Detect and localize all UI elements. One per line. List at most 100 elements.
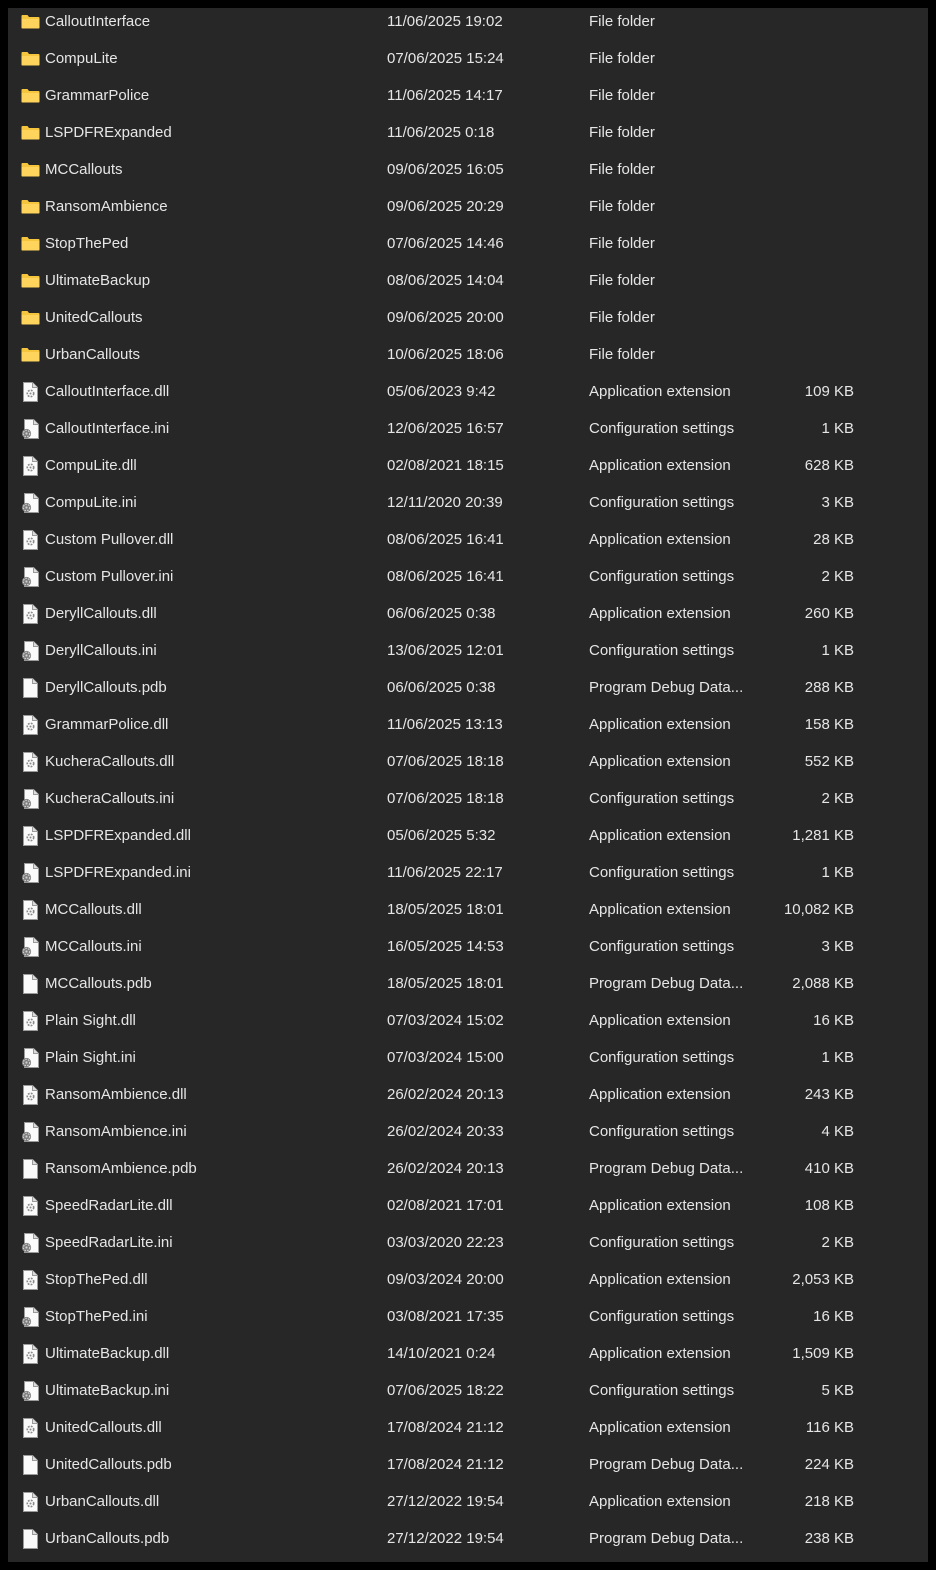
file-row[interactable]: RansomAmbience.pdb 26/02/2024 20:13 Prog… — [8, 1158, 928, 1195]
file-row[interactable]: Plain Sight.ini 07/03/2024 15:00 Configu… — [8, 1047, 928, 1084]
file-date-modified: 02/08/2021 18:15 — [387, 457, 504, 474]
file-size: 1,281 KB — [792, 827, 854, 844]
blank-file-icon — [20, 677, 40, 698]
file-row[interactable]: RansomAmbience 09/06/2025 20:29 File fol… — [8, 196, 928, 233]
file-name: Plain Sight.ini — [45, 1049, 136, 1066]
file-row[interactable]: StopThePed 07/06/2025 14:46 File folder — [8, 233, 928, 270]
file-date-modified: 07/06/2025 14:46 — [387, 235, 504, 252]
file-row[interactable]: MCCallouts.pdb 18/05/2025 18:01 Program … — [8, 973, 928, 1010]
file-type: Application extension — [589, 753, 731, 770]
file-row[interactable]: UrbanCallouts 10/06/2025 18:06 File fold… — [8, 344, 928, 381]
file-type: Application extension — [589, 1493, 731, 1510]
file-date-modified: 07/06/2025 15:24 — [387, 50, 504, 67]
file-list: CalloutInterface 11/06/2025 19:02 File f… — [8, 11, 928, 1562]
file-row[interactable]: LSPDFRExpanded.ini 11/06/2025 22:17 Conf… — [8, 862, 928, 899]
file-name: RansomAmbience.ini — [45, 1123, 187, 1140]
file-row[interactable]: CompuLite 07/06/2025 15:24 File folder — [8, 48, 928, 85]
file-type: File folder — [589, 50, 655, 67]
file-row[interactable]: MCCallouts.dll 18/05/2025 18:01 Applicat… — [8, 899, 928, 936]
file-type: Configuration settings — [589, 790, 735, 807]
file-name: GrammarPolice.dll — [45, 716, 169, 733]
file-type: Application extension — [589, 457, 731, 474]
ini-file-icon — [20, 936, 40, 957]
file-row[interactable]: SpeedRadarLite.dll 02/08/2021 17:01 Appl… — [8, 1195, 928, 1232]
file-name: CalloutInterface.dll — [45, 383, 170, 400]
file-size: 5 KB — [821, 1382, 854, 1399]
file-row[interactable]: LSPDFRExpanded.dll 05/06/2025 5:32 Appli… — [8, 825, 928, 862]
file-row[interactable]: CalloutInterface.ini 12/06/2025 16:57 Co… — [8, 418, 928, 455]
file-date-modified: 09/06/2025 20:29 — [387, 198, 504, 215]
blank-file-icon — [20, 1454, 40, 1475]
file-size: 288 KB — [804, 679, 854, 696]
file-name: LSPDFRExpanded — [45, 124, 172, 141]
dll-file-icon — [20, 1010, 40, 1031]
file-row[interactable]: CalloutInterface 11/06/2025 19:02 File f… — [8, 11, 928, 48]
file-row[interactable]: UltimateBackup 08/06/2025 14:04 File fol… — [8, 270, 928, 307]
file-date-modified: 27/12/2022 19:54 — [387, 1530, 504, 1547]
file-row[interactable]: Custom Pullover.dll 08/06/2025 16:41 App… — [8, 529, 928, 566]
file-row[interactable]: StopThePed.dll 09/03/2024 20:00 Applicat… — [8, 1269, 928, 1306]
file-type: Configuration settings — [589, 864, 735, 881]
file-row[interactable]: RansomAmbience.dll 26/02/2024 20:13 Appl… — [8, 1084, 928, 1121]
file-row[interactable]: SpeedRadarLite.ini 03/03/2020 22:23 Conf… — [8, 1232, 928, 1269]
file-row[interactable]: StopThePed.ini 03/08/2021 17:35 Configur… — [8, 1306, 928, 1343]
file-size: 109 KB — [804, 383, 854, 400]
file-type: Configuration settings — [589, 1308, 735, 1325]
file-row[interactable]: UltimateBackup.ini 07/06/2025 18:22 Conf… — [8, 1380, 928, 1417]
file-type: Configuration settings — [589, 1382, 735, 1399]
blank-file-icon — [20, 973, 40, 994]
dll-file-icon — [20, 529, 40, 550]
file-row[interactable]: CompuLite.ini 12/11/2020 20:39 Configura… — [8, 492, 928, 529]
file-row[interactable]: MCCallouts 09/06/2025 16:05 File folder — [8, 159, 928, 196]
file-row[interactable]: UnitedCallouts.pdb 17/08/2024 21:12 Prog… — [8, 1454, 928, 1491]
file-name: MCCallouts.ini — [45, 938, 142, 955]
file-row[interactable]: UnitedCallouts 09/06/2025 20:00 File fol… — [8, 307, 928, 344]
file-row[interactable]: UnitedCallouts.dll 17/08/2024 21:12 Appl… — [8, 1417, 928, 1454]
file-size: 2 KB — [821, 1234, 854, 1251]
file-row[interactable]: UltimateBackup.dll 14/10/2021 0:24 Appli… — [8, 1343, 928, 1380]
ini-file-icon — [20, 1121, 40, 1142]
file-date-modified: 16/05/2025 14:53 — [387, 938, 504, 955]
file-row[interactable]: GrammarPolice 11/06/2025 14:17 File fold… — [8, 85, 928, 122]
file-list-pane: CalloutInterface 11/06/2025 19:02 File f… — [8, 8, 928, 1562]
file-size: 2 KB — [821, 790, 854, 807]
file-name: MCCallouts.dll — [45, 901, 142, 918]
file-size: 243 KB — [804, 1086, 854, 1103]
file-date-modified: 26/02/2024 20:33 — [387, 1123, 504, 1140]
file-name: RansomAmbience.pdb — [45, 1160, 197, 1177]
file-size: 2 KB — [821, 568, 854, 585]
file-row[interactable]: LSPDFRExpanded 11/06/2025 0:18 File fold… — [8, 122, 928, 159]
file-row[interactable]: Custom Pullover.ini 08/06/2025 16:41 Con… — [8, 566, 928, 603]
file-name: SpeedRadarLite.dll — [45, 1197, 173, 1214]
file-name: UltimateBackup.dll — [45, 1345, 170, 1362]
file-name: UltimateBackup — [45, 272, 151, 289]
file-size: 158 KB — [804, 716, 854, 733]
file-row[interactable]: UrbanCallouts.pdb 27/12/2022 19:54 Progr… — [8, 1528, 928, 1562]
file-row[interactable]: KucheraCallouts.dll 07/06/2025 18:18 App… — [8, 751, 928, 788]
file-type: Application extension — [589, 1419, 731, 1436]
file-row[interactable]: DeryllCallouts.dll 06/06/2025 0:38 Appli… — [8, 603, 928, 640]
blank-file-icon — [20, 1528, 40, 1549]
file-row[interactable]: CalloutInterface.dll 05/06/2023 9:42 App… — [8, 381, 928, 418]
file-type: Program Debug Data... — [589, 679, 744, 696]
ini-file-icon — [20, 1306, 40, 1327]
file-type: File folder — [589, 309, 655, 326]
file-row[interactable]: DeryllCallouts.ini 13/06/2025 12:01 Conf… — [8, 640, 928, 677]
file-row[interactable]: CompuLite.dll 02/08/2021 18:15 Applicati… — [8, 455, 928, 492]
file-date-modified: 11/06/2025 13:13 — [387, 716, 503, 733]
file-size: 410 KB — [804, 1160, 854, 1177]
dll-file-icon — [20, 1417, 40, 1438]
file-row[interactable]: RansomAmbience.ini 26/02/2024 20:33 Conf… — [8, 1121, 928, 1158]
file-date-modified: 27/12/2022 19:54 — [387, 1493, 504, 1510]
file-name: LSPDFRExpanded.ini — [45, 864, 191, 881]
file-row[interactable]: KucheraCallouts.ini 07/06/2025 18:18 Con… — [8, 788, 928, 825]
file-row[interactable]: GrammarPolice.dll 11/06/2025 13:13 Appli… — [8, 714, 928, 751]
file-row[interactable]: MCCallouts.ini 16/05/2025 14:53 Configur… — [8, 936, 928, 973]
file-type: Application extension — [589, 716, 731, 733]
file-date-modified: 07/06/2025 18:22 — [387, 1382, 504, 1399]
file-row[interactable]: Plain Sight.dll 07/03/2024 15:02 Applica… — [8, 1010, 928, 1047]
dll-file-icon — [20, 381, 40, 402]
file-date-modified: 14/10/2021 0:24 — [387, 1345, 496, 1362]
file-row[interactable]: DeryllCallouts.pdb 06/06/2025 0:38 Progr… — [8, 677, 928, 714]
file-row[interactable]: UrbanCallouts.dll 27/12/2022 19:54 Appli… — [8, 1491, 928, 1528]
